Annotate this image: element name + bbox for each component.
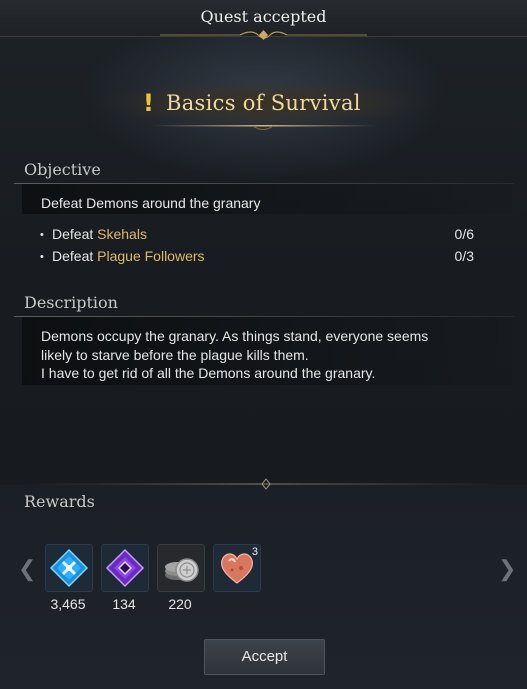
silver-coins-icon [165,558,199,582]
objective-target: Skehals [97,226,147,242]
purple-crest-icon [105,548,145,588]
objective-label: Defeat Plague Followers [52,248,205,264]
description-text: Demons occupy the granary. As things sta… [41,327,481,383]
dialog-title: Quest accepted [200,7,327,26]
bullet-icon: • [40,251,44,263]
chevron-right-icon[interactable]: ❯ [498,556,516,582]
accept-button[interactable]: Accept [204,639,325,675]
description-line: I have to get rid of all the Demons arou… [41,365,376,381]
objective-heading: Objective [24,160,101,179]
chevron-left-icon[interactable]: ❮ [18,556,36,582]
reward-slot[interactable] [101,544,149,592]
exclamation-icon: ! [143,89,154,117]
rewards-divider [20,478,507,490]
objective-progress: 0/6 [454,226,474,242]
objective-label: Defeat Skehals [52,226,147,242]
reward-slot[interactable]: 3 [213,544,261,592]
quest-banner: ! Basics of Survival [40,78,487,128]
banner-ornament [150,125,377,130]
rewards-heading: Rewards [24,492,95,511]
header-ornament [160,30,367,40]
objective-target: Plague Followers [97,248,205,264]
objective-progress: 0/3 [454,248,474,264]
objective-verb: Defeat [52,248,94,264]
description-line: Demons occupy the granary. As things sta… [41,328,429,344]
reward-quantity: 3,465 [50,596,86,612]
reward-slot[interactable] [45,544,93,592]
reward-slot[interactable] [157,544,205,592]
reward-quantity: 134 [112,596,136,612]
objective-verb: Defeat [52,226,94,242]
bullet-icon: • [40,229,44,241]
objective-item: • Defeat Skehals 0/6 [40,226,474,246]
blue-crest-icon [49,548,89,588]
objective-summary: Defeat Demons around the granary [41,195,261,211]
stack-count: 3 [251,546,258,558]
quest-title: Basics of Survival [166,91,361,115]
quest-dialog: Quest accepted ! Basics of Survival Obje… [0,0,527,689]
objective-item: • Defeat Plague Followers 0/3 [40,248,474,268]
description-line: likely to starve before the plague kills… [41,346,309,363]
reward-quantity: 220 [168,596,192,612]
description-heading: Description [24,293,118,312]
